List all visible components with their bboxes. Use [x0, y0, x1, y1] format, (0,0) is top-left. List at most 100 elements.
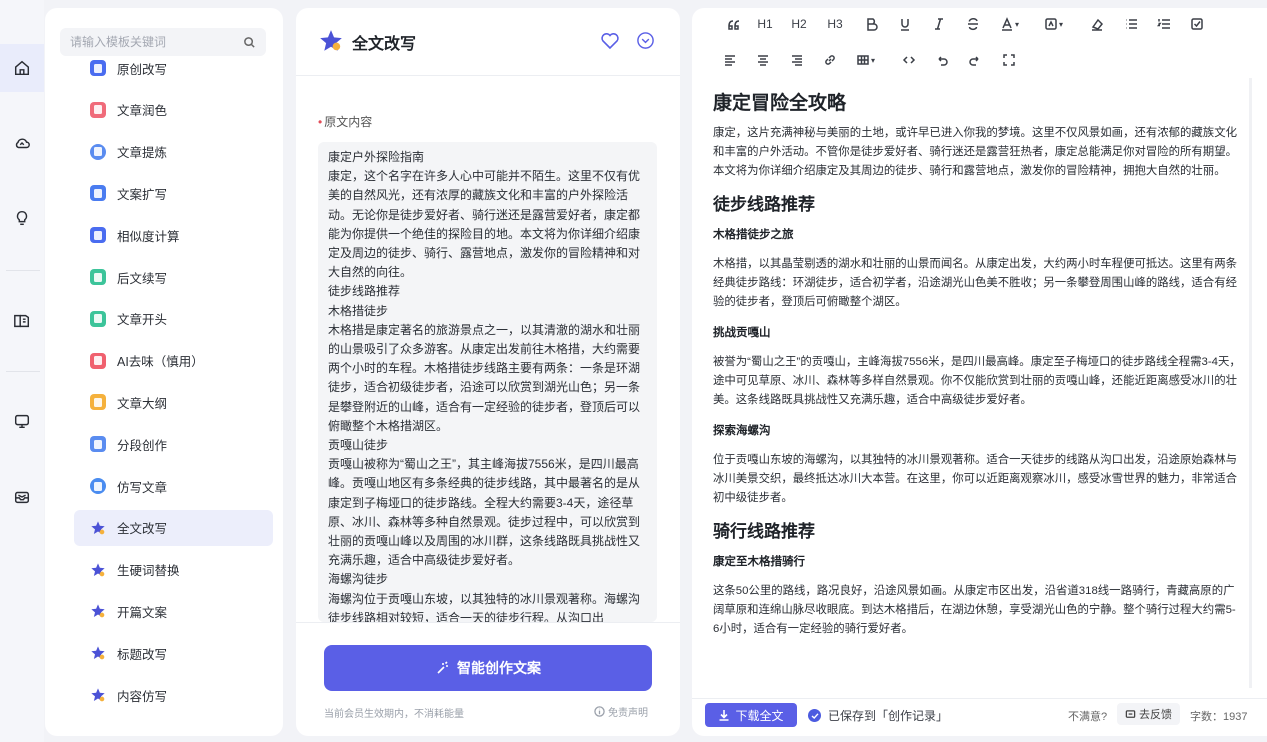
- template-icon: [90, 394, 106, 411]
- align-center-icon[interactable]: [754, 50, 772, 70]
- book-icon: [14, 314, 30, 328]
- quote-icon[interactable]: [724, 14, 742, 34]
- template-item-label: 文章润色: [117, 104, 168, 119]
- search-icon[interactable]: [243, 36, 256, 49]
- saved-status: 已保存到「创作记录」: [808, 707, 948, 724]
- nav-home-button[interactable]: [0, 44, 44, 92]
- paragraph: 位于贡嘎山东坡的海螺沟，以其独特的冰川景观著称。适合一天徒步的线路从沟口出发，沿…: [713, 454, 1237, 504]
- lightbulb-icon: [16, 210, 28, 226]
- nav-library-button[interactable]: [0, 297, 44, 345]
- chevron-down-circle-icon[interactable]: [636, 31, 655, 50]
- template-item[interactable]: 生硬词替换: [74, 552, 273, 588]
- subsection-heading: 挑战贡嘎山: [713, 327, 771, 339]
- heading-h3-button[interactable]: H3: [826, 14, 844, 34]
- align-right-icon[interactable]: [788, 50, 806, 70]
- template-panel: 原创改写文章润色文章提炼文案扩写相似度计算后文续写文章开头 AI去味（慎用） 文章大…: [45, 8, 283, 736]
- feedback-label: 去反馈: [1139, 709, 1172, 721]
- bold-icon[interactable]: [862, 14, 880, 34]
- star-icon: [90, 562, 106, 578]
- section-heading: 骑行线路推荐: [713, 522, 815, 541]
- template-item[interactable]: 文章润色: [74, 92, 273, 128]
- template-icon: [90, 143, 106, 160]
- feedback-icon: [1125, 709, 1136, 718]
- template-item[interactable]: 分段创作: [74, 426, 273, 462]
- star-icon: [320, 30, 342, 51]
- heading-h2-button[interactable]: H2: [790, 14, 808, 34]
- highlight-icon[interactable]: ▾: [1044, 14, 1063, 34]
- template-item[interactable]: 标题改写: [74, 635, 273, 671]
- paragraph: 木格措，以其晶莹剔透的湖水和壮丽的山景而闻名。从康定出发，大约两小时车程便可抵达…: [713, 258, 1237, 308]
- template-icon: [90, 101, 106, 118]
- template-item[interactable]: 文章大纲: [74, 384, 273, 420]
- template-item[interactable]: AI去味（慎用）: [74, 343, 273, 379]
- template-item[interactable]: 文章提炼: [74, 134, 273, 170]
- unsatisfied-text: 不满意?: [1068, 711, 1108, 723]
- template-item[interactable]: 仿写文章: [74, 468, 273, 504]
- template-icon: [90, 269, 106, 285]
- template-icon: [90, 478, 106, 494]
- template-item[interactable]: 后文续写: [74, 259, 273, 295]
- magic-wand-icon: [437, 661, 448, 674]
- font-color-icon[interactable]: ▾: [1000, 14, 1019, 34]
- underline-icon[interactable]: [896, 14, 914, 34]
- template-item-label: 文章大纲: [117, 396, 168, 411]
- template-search-input[interactable]: [70, 35, 243, 49]
- template-item[interactable]: 文案扩写: [74, 175, 273, 211]
- star-icon: [90, 687, 106, 703]
- generate-copy-button[interactable]: 智能创作文案: [324, 645, 652, 691]
- nav-inbox-button[interactable]: [0, 473, 44, 521]
- template-item[interactable]: 全文改写: [74, 509, 273, 546]
- nav-rail: [0, 0, 44, 742]
- template-item[interactable]: 内容仿写: [74, 677, 273, 713]
- source-text-label-text: 原文内容: [324, 115, 373, 129]
- numbered-list-icon[interactable]: [1155, 14, 1173, 34]
- clear-format-icon[interactable]: [1088, 14, 1106, 34]
- subsection-heading: 木格措徒步之旅: [713, 229, 794, 241]
- source-text-area[interactable]: 康定户外探险指南 康定，这个名字在许多人心中可能并不陌生。这里不仅有优美的自然风…: [318, 142, 657, 622]
- favorite-heart-icon[interactable]: [599, 30, 621, 52]
- subsection-heading: 康定至木格措骑行: [713, 556, 805, 568]
- nav-divider: [6, 371, 40, 372]
- required-mark: •: [318, 115, 323, 129]
- nav-cloud-button[interactable]: [0, 119, 44, 167]
- redo-icon[interactable]: [966, 50, 984, 70]
- strikethrough-icon[interactable]: [964, 14, 982, 34]
- document-scrollbar[interactable]: [1249, 78, 1252, 688]
- nav-ideas-button[interactable]: [0, 194, 44, 242]
- link-icon[interactable]: [821, 50, 839, 70]
- template-item-label: 内容仿写: [117, 689, 168, 704]
- checklist-icon[interactable]: [1188, 14, 1206, 34]
- document-intro: 康定，这片充满神秘与美丽的土地，或许早已进入你我的梦境。这里不仅风景如画，还有浓…: [713, 127, 1237, 177]
- template-item-label: 文章提炼: [117, 146, 168, 161]
- editor-toolbar: H1 H2 H3 ▾ ▾ ▾: [692, 8, 1267, 74]
- italic-icon[interactable]: [930, 14, 948, 34]
- nav-monitor-button[interactable]: [0, 397, 44, 445]
- code-icon[interactable]: [900, 50, 918, 70]
- template-item[interactable]: 文章开头: [74, 301, 273, 337]
- template-item-label: 全文改写: [117, 522, 168, 537]
- download-button[interactable]: 下载全文: [705, 703, 797, 727]
- saved-status-text: 已保存到「创作记录」: [828, 709, 949, 723]
- disclaimer-label: 免责声明: [608, 708, 648, 719]
- rewrite-header: 全文改写: [296, 8, 680, 76]
- undo-icon[interactable]: [933, 50, 951, 70]
- template-icon: [90, 60, 106, 76]
- heading-h1-button[interactable]: H1: [756, 14, 774, 34]
- template-icon: [90, 310, 106, 327]
- star-icon: [90, 645, 106, 661]
- fullscreen-icon[interactable]: [1000, 50, 1018, 70]
- template-item-label: 文章开头: [117, 313, 168, 328]
- source-text-label: • 原文内容: [318, 113, 372, 130]
- home-icon: [14, 60, 30, 76]
- template-item[interactable]: 原创改写: [74, 50, 273, 86]
- template-item[interactable]: 相似度计算: [74, 217, 273, 253]
- template-item-label: 文案扩写: [117, 187, 168, 202]
- bullet-list-icon[interactable]: [1122, 14, 1140, 34]
- align-left-icon[interactable]: [721, 50, 739, 70]
- table-icon[interactable]: ▾: [856, 50, 875, 70]
- paragraph: 这条50公里的路线，路况良好，沿途风景如画。从康定市区出发，沿省道318线一路骑…: [713, 585, 1236, 635]
- disclaimer-link[interactable]: 免责声明: [594, 704, 648, 719]
- document-content[interactable]: 康定冒险全攻略 康定，这片充满神秘与美丽的土地，或许早已进入你我的梦境。这里不仅…: [713, 86, 1241, 692]
- template-item[interactable]: 开篇文案: [74, 593, 273, 629]
- feedback-button[interactable]: 去反馈: [1117, 703, 1180, 725]
